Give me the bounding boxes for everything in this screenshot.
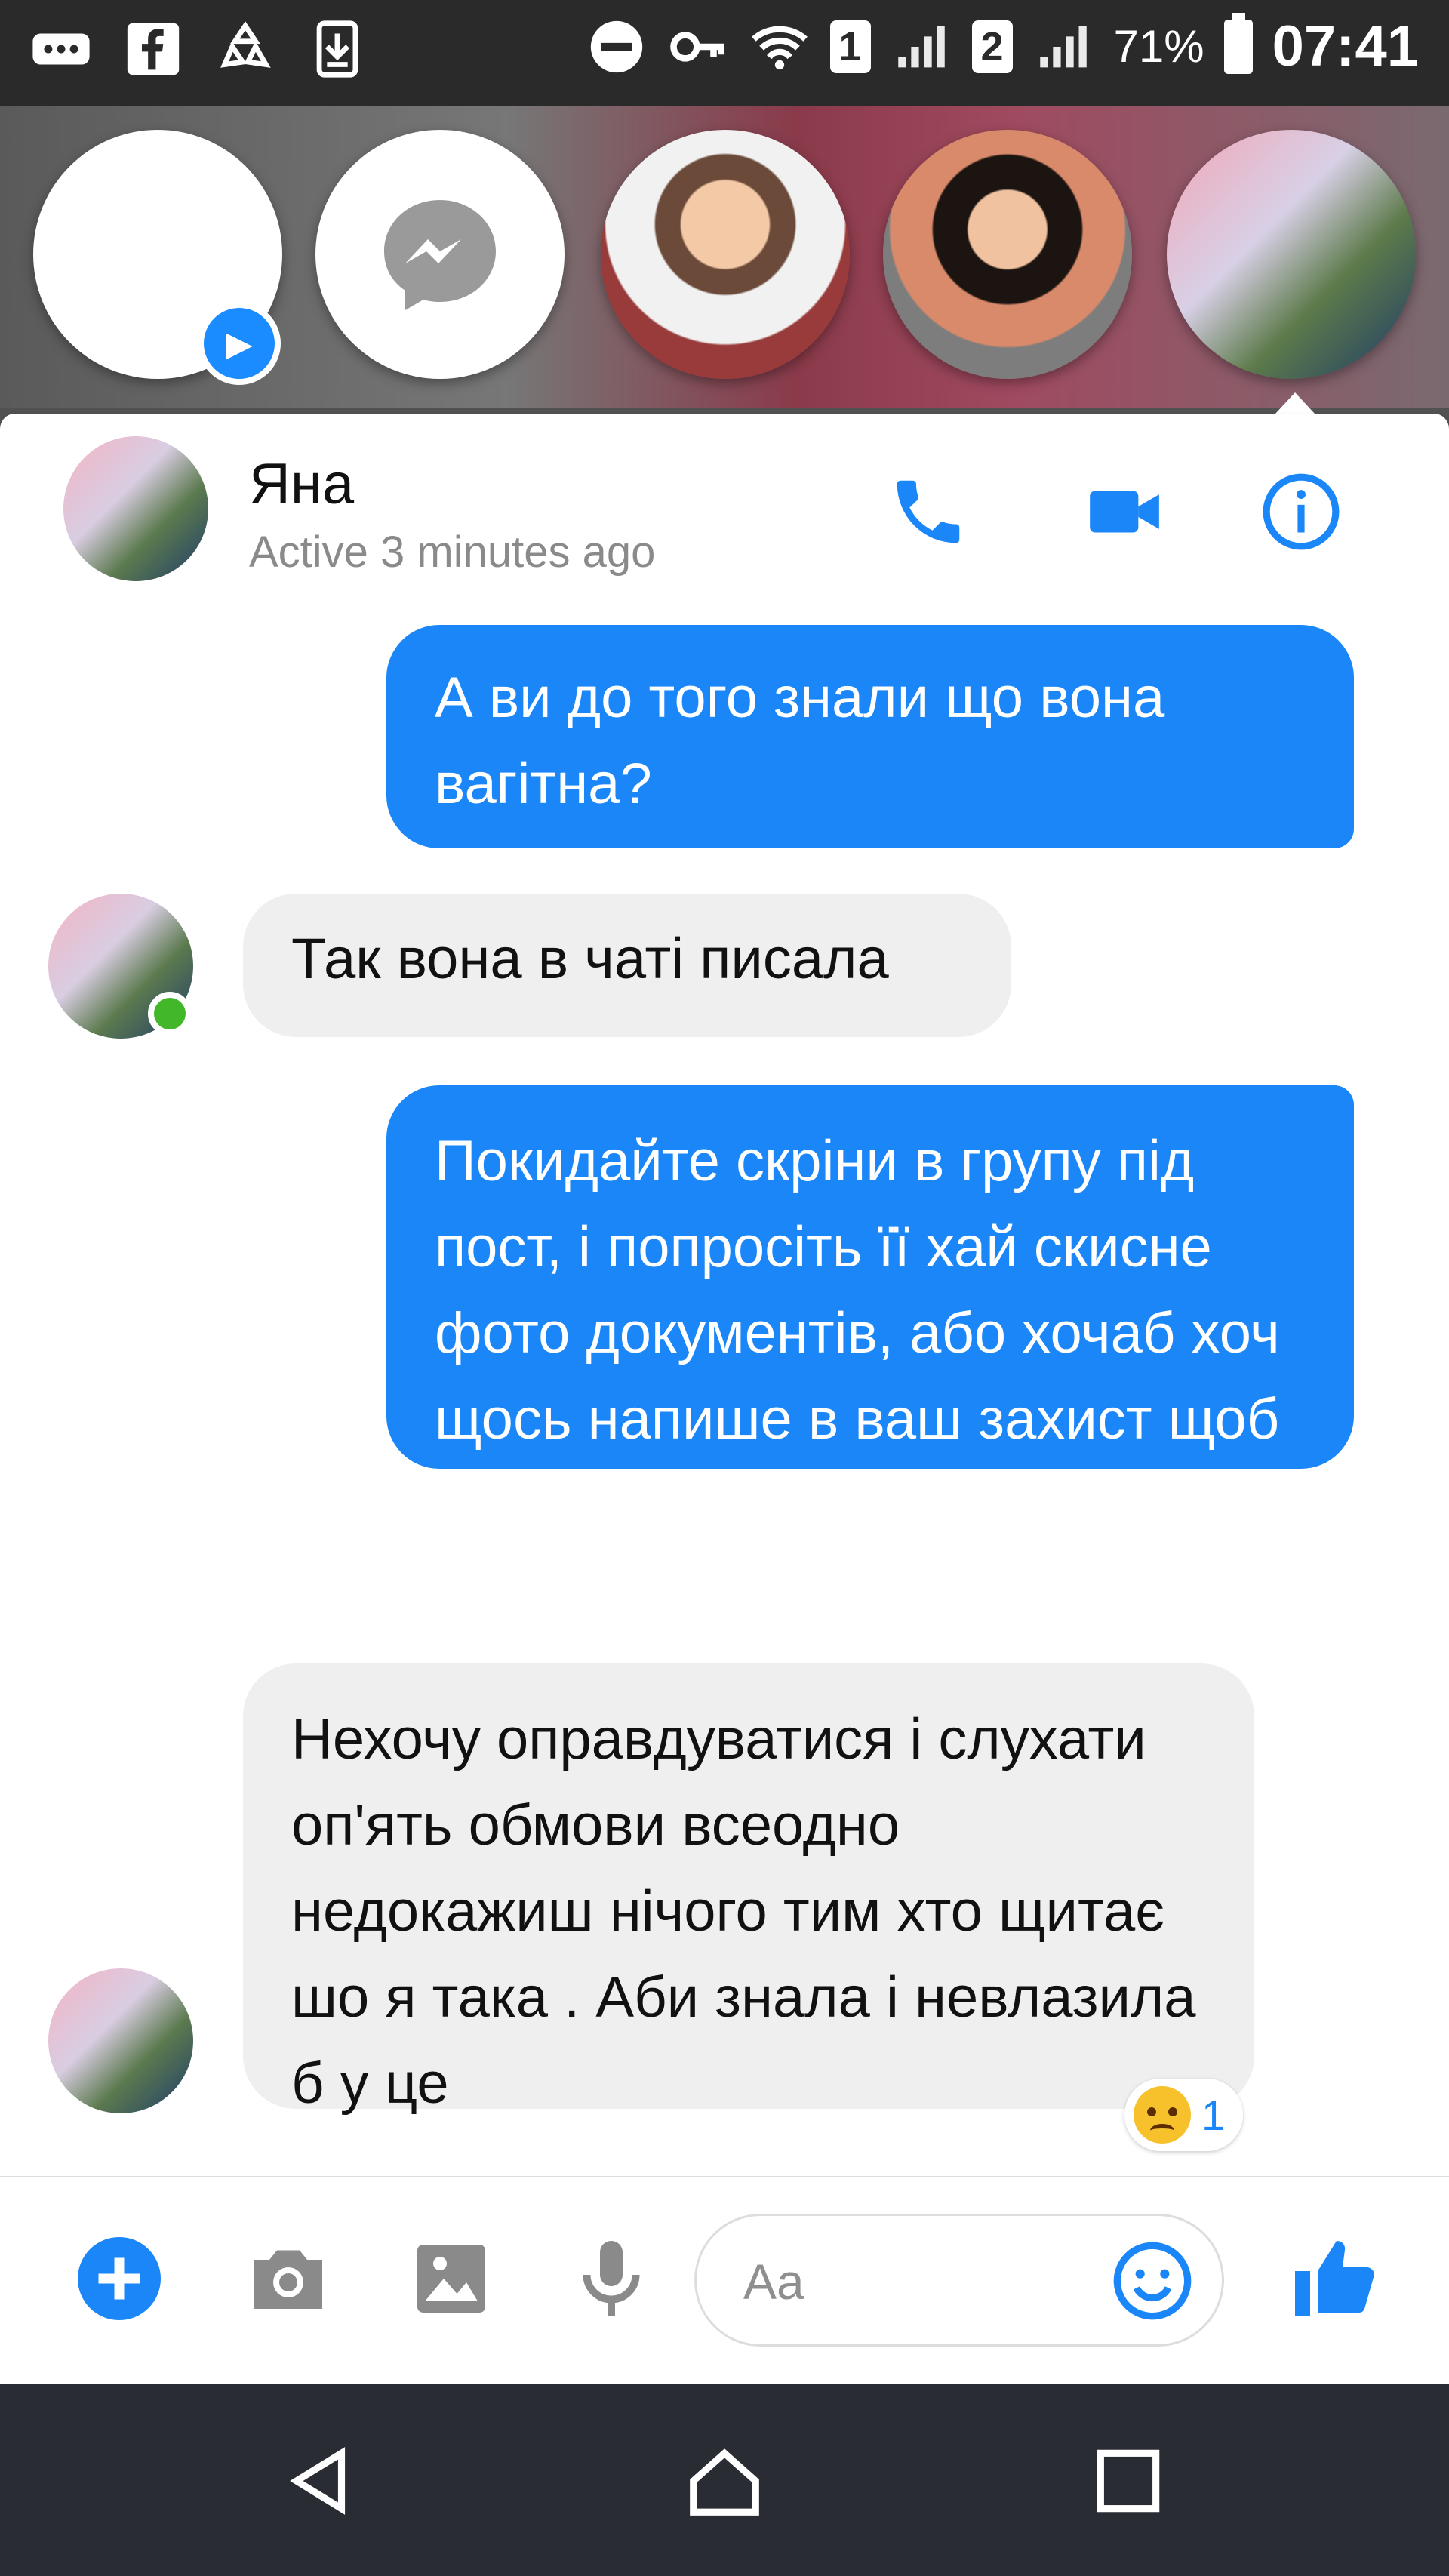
chat-head-contact-3[interactable] bbox=[1167, 130, 1416, 379]
message-list[interactable]: А ви до того знали що вона вагітна? Так … bbox=[0, 610, 1449, 2176]
do-not-disturb-icon bbox=[586, 16, 648, 78]
voice-call-button[interactable] bbox=[883, 466, 974, 557]
signal-icon bbox=[891, 16, 952, 78]
angry-face-icon bbox=[1134, 2086, 1191, 2144]
battery-percent: 71% bbox=[1113, 21, 1204, 72]
active-head-pointer bbox=[1275, 392, 1315, 414]
info-icon bbox=[1263, 473, 1340, 550]
messenger-logo-icon bbox=[384, 200, 496, 310]
contact-name[interactable]: Яна bbox=[249, 451, 354, 517]
play-icon: ▶ bbox=[198, 302, 281, 385]
outgoing-message[interactable]: А ви до того знали що вона вагітна? bbox=[386, 625, 1354, 848]
home-button[interactable] bbox=[675, 2432, 774, 2530]
chat-header: Яна Active 3 minutes ago bbox=[0, 414, 1449, 610]
gallery-button[interactable] bbox=[400, 2227, 503, 2330]
download-icon bbox=[306, 18, 368, 80]
incoming-message[interactable]: Нехочу оправдуватися і слухати оп'ять об… bbox=[243, 1663, 1254, 2116]
signal-icon bbox=[1032, 16, 1094, 78]
home-icon bbox=[690, 2448, 759, 2516]
recycle-icon bbox=[214, 18, 276, 80]
recents-button[interactable] bbox=[1079, 2432, 1177, 2530]
thumbs-up-icon bbox=[1295, 2241, 1374, 2316]
message-reaction[interactable]: 1 bbox=[1124, 2079, 1244, 2151]
message-input[interactable] bbox=[742, 2242, 1107, 2322]
facebook-icon bbox=[122, 18, 184, 80]
phone-icon bbox=[897, 480, 960, 543]
microphone-icon bbox=[583, 2241, 640, 2316]
chat-head-contact-1[interactable] bbox=[601, 130, 850, 379]
camera-button[interactable] bbox=[237, 2227, 340, 2330]
clock: 07:41 bbox=[1272, 14, 1419, 78]
add-more-button[interactable] bbox=[68, 2227, 171, 2330]
reaction-count: 1 bbox=[1201, 2091, 1226, 2139]
video-camera-icon bbox=[1090, 491, 1159, 533]
voice-message-button[interactable] bbox=[560, 2227, 663, 2330]
plus-icon bbox=[78, 2237, 161, 2320]
smiley-icon bbox=[1113, 2242, 1192, 2320]
sim-1-badge: 1 bbox=[829, 20, 871, 73]
status-bar: 1 2 71% 07:41 bbox=[0, 0, 1449, 106]
image-icon bbox=[417, 2245, 485, 2313]
recents-square-icon bbox=[1097, 2449, 1160, 2513]
online-indicator bbox=[148, 992, 192, 1036]
incoming-message[interactable]: Так вона в чаті писала bbox=[243, 894, 1011, 1037]
more-icon bbox=[30, 18, 92, 80]
vpn-key-icon bbox=[667, 16, 729, 78]
info-button[interactable] bbox=[1256, 466, 1346, 557]
avatar[interactable] bbox=[48, 1968, 193, 2113]
back-triangle-icon bbox=[290, 2447, 346, 2515]
avatar[interactable] bbox=[63, 436, 208, 581]
emoji-button[interactable] bbox=[1106, 2234, 1199, 2328]
active-status: Active 3 minutes ago bbox=[249, 528, 656, 577]
like-button[interactable] bbox=[1281, 2227, 1384, 2330]
wifi-icon bbox=[749, 16, 811, 78]
messenger-chat-head[interactable] bbox=[315, 130, 565, 379]
message-composer bbox=[0, 2176, 1449, 2385]
back-button[interactable] bbox=[272, 2432, 370, 2530]
chat-head-contact-2[interactable] bbox=[883, 130, 1132, 379]
battery-icon bbox=[1223, 12, 1253, 74]
camera-icon bbox=[254, 2250, 322, 2309]
navigation-bar bbox=[0, 2384, 1449, 2576]
outgoing-message[interactable]: Покидайте скріни в групу під пост, і поп… bbox=[386, 1085, 1354, 1537]
sim-2-badge: 2 bbox=[971, 20, 1013, 73]
message-input-wrapper bbox=[694, 2214, 1224, 2347]
video-call-button[interactable] bbox=[1079, 466, 1170, 557]
